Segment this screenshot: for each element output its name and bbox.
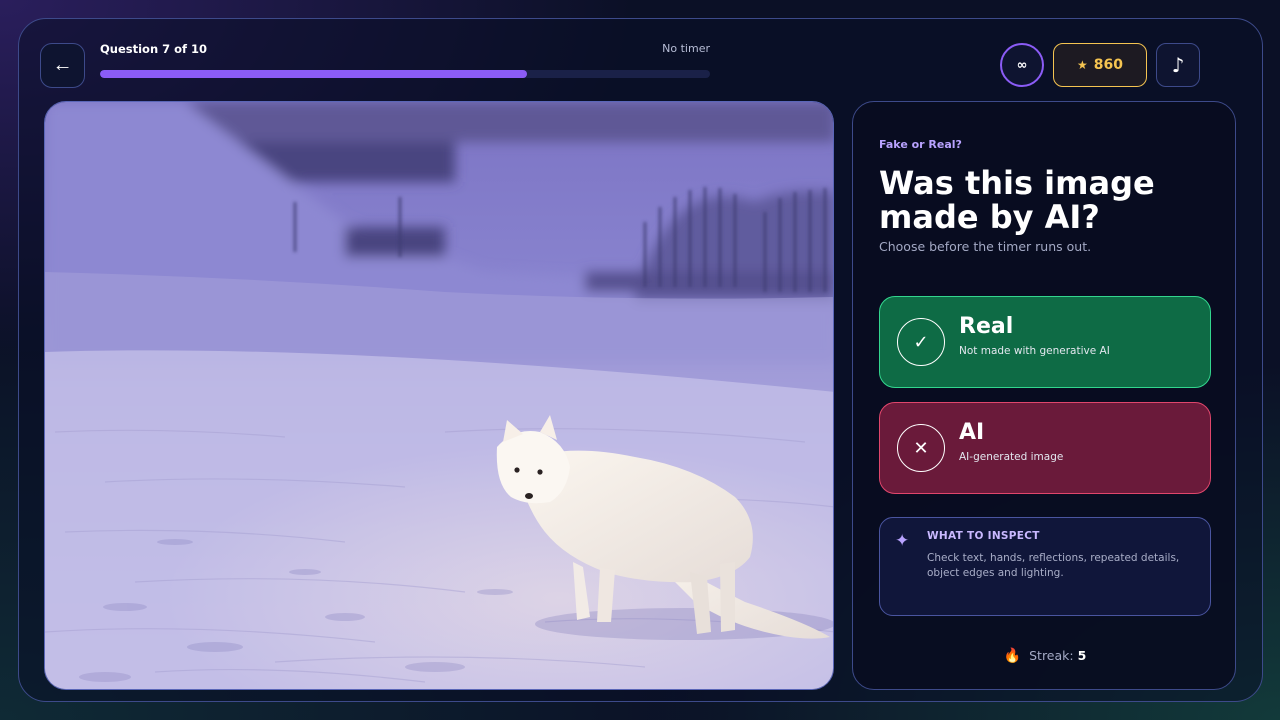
answer-ai-button[interactable]: ✕ AI AI-generated image [879, 402, 1211, 494]
answer-real-button[interactable]: ✓ Real Not made with generative AI [879, 296, 1211, 388]
quiz-category: Fake or Real? [879, 138, 962, 151]
answer-real-title: Real [959, 314, 1014, 339]
inspect-text: Check text, hands, reflections, repeated… [927, 552, 1180, 579]
answer-ai-description: AI-generated image [959, 451, 1064, 463]
answer-ai-title: AI [959, 420, 985, 445]
score-badge: ★ 860 [1053, 43, 1147, 87]
progress-bar [100, 70, 710, 78]
arctic-fox-photo [45, 102, 833, 689]
infinite-mode-button[interactable]: ∞ [1000, 43, 1044, 87]
streak-value: 5 [1077, 648, 1087, 663]
close-icon: ✕ [897, 424, 945, 472]
answer-real-description: Not made with generative AI [959, 345, 1110, 357]
question-title: Was this image made by AI? [879, 164, 1155, 236]
arrow-left-icon: ← [52, 54, 73, 76]
streak-counter: 🔥 Streak: 5 [853, 648, 1237, 664]
quiz-image [44, 101, 834, 690]
streak-label: Streak: [1029, 648, 1074, 663]
star-icon: ★ [1077, 58, 1088, 72]
question-panel: Fake or Real? Was this image made by AI?… [852, 101, 1236, 690]
music-note-icon: ♪ [1171, 53, 1185, 77]
infinity-icon: ∞ [1016, 57, 1028, 73]
flame-icon: 🔥 [1003, 648, 1022, 664]
music-toggle-button[interactable]: ♪ [1156, 43, 1200, 87]
question-subtitle: Choose before the timer runs out. [879, 239, 1092, 254]
progress-bar-fill [100, 70, 527, 78]
inspect-tips-card: ✦ WHAT TO INSPECT Check text, hands, ref… [879, 517, 1211, 616]
inspect-title: WHAT TO INSPECT [927, 530, 1040, 542]
check-icon: ✓ [897, 318, 945, 366]
sparkle-icon: ✦ [895, 531, 910, 551]
score-value: 860 [1093, 57, 1123, 73]
question-counter: Question 7 of 10 [100, 42, 208, 56]
back-button[interactable]: ← [40, 43, 85, 88]
timer-status: No timer [662, 42, 710, 55]
